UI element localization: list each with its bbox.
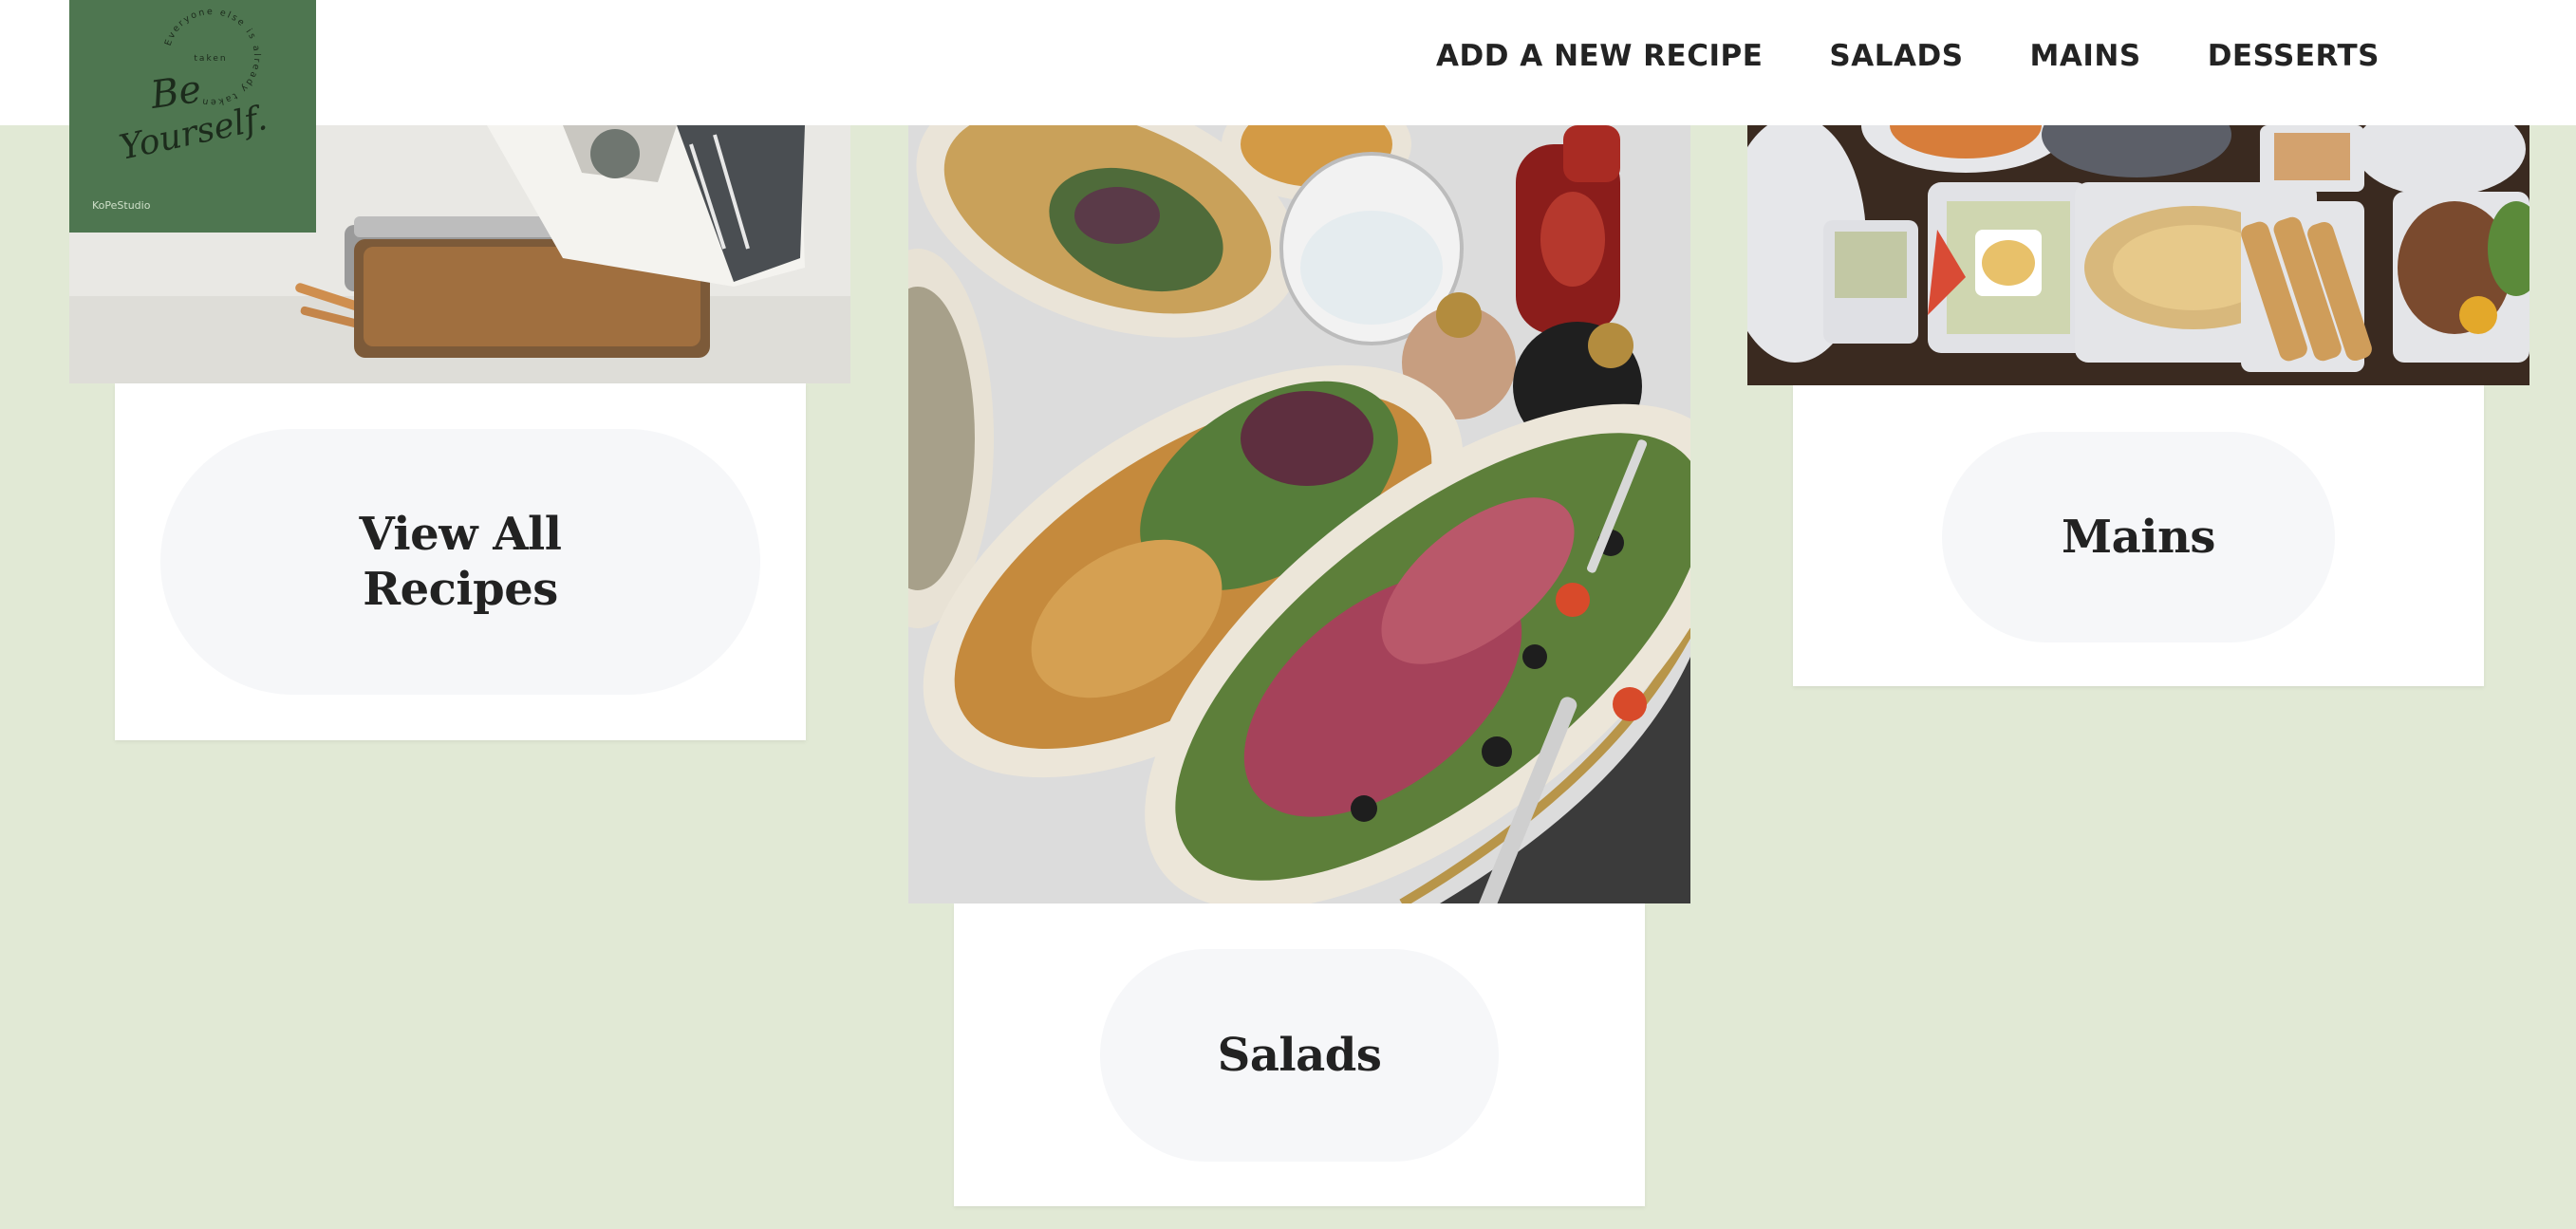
mains-button[interactable]: Mains: [1942, 432, 2335, 642]
nav-mains[interactable]: MAINS: [2030, 39, 2141, 73]
salads-card: Salads: [954, 903, 1645, 1206]
nav-salads[interactable]: SALADS: [1829, 39, 1963, 73]
view-all-recipes-label: View All Recipes: [360, 507, 562, 617]
mains-card: Mains: [1793, 385, 2484, 686]
nav-add-recipe[interactable]: ADD A NEW RECIPE: [1436, 39, 1763, 73]
salads-image[interactable]: [908, 125, 1690, 903]
view-all-line-2: Recipes: [363, 563, 558, 616]
mains-label: Mains: [2062, 511, 2215, 564]
logo-studio-text: KoPeStudio: [92, 199, 151, 212]
view-all-recipes-card: View All Recipes: [115, 383, 806, 740]
logo-mark-icon: Everyone else is already taken taken Be …: [116, 7, 271, 168]
site-logo[interactable]: Everyone else is already taken taken Be …: [69, 0, 316, 233]
main-nav: ADD A NEW RECIPE SALADS MAINS DESSERTS: [1436, 0, 2380, 112]
mains-image[interactable]: [1747, 125, 2529, 385]
logo-script-be: Be: [147, 67, 204, 118]
logo-center-text: taken: [194, 54, 227, 64]
view-all-line-1: View All: [359, 508, 562, 561]
salads-button[interactable]: Salads: [1100, 949, 1499, 1162]
site-header: ADD A NEW RECIPE SALADS MAINS DESSERTS: [0, 0, 2576, 125]
nav-desserts[interactable]: DESSERTS: [2208, 39, 2380, 73]
salads-label: Salads: [1217, 1029, 1382, 1082]
view-all-recipes-button[interactable]: View All Recipes: [160, 429, 760, 695]
